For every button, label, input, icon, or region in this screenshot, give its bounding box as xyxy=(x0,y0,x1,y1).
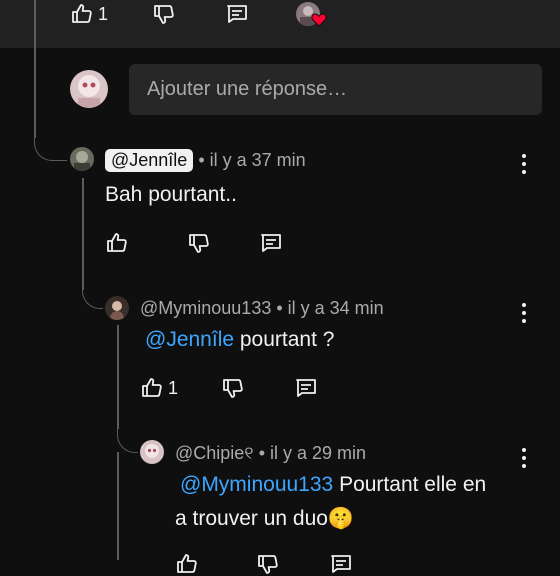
comment-text: Bah pourtant.. xyxy=(105,183,237,206)
avatar xyxy=(70,147,94,171)
dislike-button[interactable] xyxy=(221,376,245,400)
comment-text-line2: a trouver un duo🤫 xyxy=(175,507,355,530)
avatar xyxy=(105,296,129,320)
comment-text-line1: @Myminouu133 Pourtant elle en xyxy=(180,473,486,497)
thread-connector xyxy=(82,280,103,309)
like-button[interactable] xyxy=(105,231,129,255)
like-count: 1 xyxy=(98,3,109,24)
comment-body: Pourtant elle en xyxy=(333,473,487,496)
reply-icon xyxy=(259,231,283,255)
heart-icon xyxy=(311,12,327,33)
like-icon xyxy=(175,552,199,576)
comment-header: @Jennîle • il y a 37 min xyxy=(105,149,306,172)
thread-connector xyxy=(34,130,67,161)
dislike-icon xyxy=(187,231,211,255)
reply-input-placeholder: Ajouter une réponse… xyxy=(147,78,348,100)
reply-button[interactable] xyxy=(329,552,353,576)
like-icon xyxy=(140,376,164,400)
author-handle-chip[interactable]: @Jennîle xyxy=(105,149,194,172)
reply-icon xyxy=(294,376,318,400)
reply-button[interactable] xyxy=(294,376,318,400)
like-button[interactable]: 1 xyxy=(140,376,178,400)
reply-button[interactable] xyxy=(225,2,249,26)
more-options-button[interactable] xyxy=(514,152,534,176)
mention-link[interactable]: @Myminouu133 xyxy=(180,473,333,496)
author-handle[interactable]: @Chipie୧ xyxy=(175,443,254,463)
dislike-button[interactable] xyxy=(187,231,211,255)
reply-icon xyxy=(225,2,249,26)
timestamp: • il y a 37 min xyxy=(193,150,306,170)
like-button[interactable]: 1 xyxy=(70,2,108,26)
dislike-button[interactable] xyxy=(256,552,280,576)
thread-line-main xyxy=(34,0,36,138)
dislike-icon xyxy=(221,376,245,400)
comment-text: @Jennîle pourtant ? xyxy=(145,328,334,352)
reply-button[interactable] xyxy=(259,231,283,255)
thread-line-level3 xyxy=(117,325,119,429)
dislike-icon xyxy=(152,2,176,26)
dislike-icon xyxy=(256,552,280,576)
dislike-button[interactable] xyxy=(152,2,176,26)
author-handle[interactable]: @Myminouu133 xyxy=(140,298,271,318)
reply-icon xyxy=(329,552,353,576)
mention-link[interactable]: @Jennîle xyxy=(145,328,234,351)
like-count: 1 xyxy=(168,377,179,398)
like-icon xyxy=(105,231,129,255)
thread-line-level2 xyxy=(82,178,84,290)
timestamp: • il y a 34 min xyxy=(271,298,384,318)
more-options-button[interactable] xyxy=(514,301,534,325)
user-avatar xyxy=(70,70,108,108)
timestamp: • il y a 29 min xyxy=(253,443,367,463)
like-button[interactable] xyxy=(175,552,199,576)
comment-body: pourtant ? xyxy=(234,328,335,351)
reply-input[interactable]: Ajouter une réponse… xyxy=(129,64,542,115)
thread-connector xyxy=(117,420,138,453)
comment-header: @Myminouu133 • il y a 34 min xyxy=(140,298,384,319)
like-icon xyxy=(70,2,94,26)
comment-header: @Chipie୧ • il y a 29 min xyxy=(175,443,366,464)
more-options-button[interactable] xyxy=(514,446,534,470)
avatar xyxy=(140,440,164,464)
thread-line-level3-continued xyxy=(117,452,119,560)
